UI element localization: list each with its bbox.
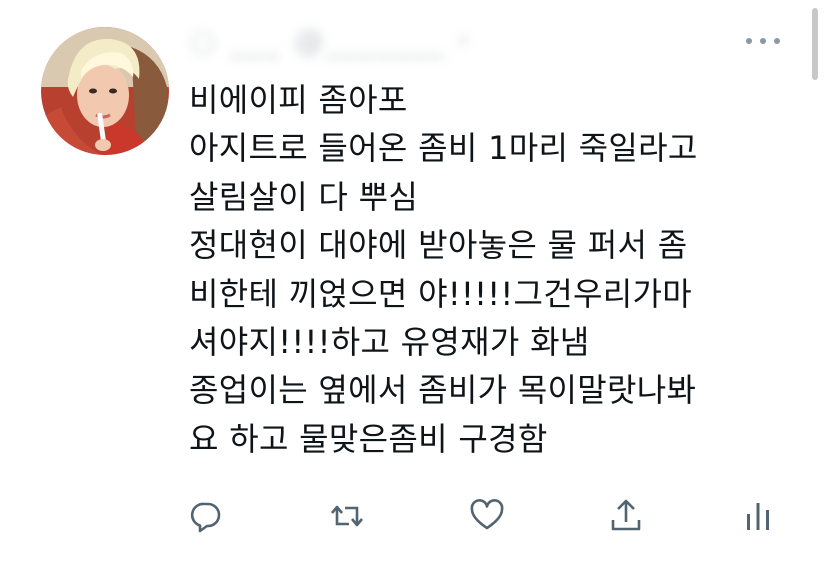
tweet-text-line: 종업이는 옆에서 좀비가 목이말랏나봐 [189, 371, 697, 410]
tweet-header: ○ ___ @_______ · [190, 22, 650, 59]
like-icon [470, 499, 504, 530]
tweet-text: 비에이피 좀아포 아지트로 들어온 좀비 1마리 죽일라고 살림살이 다 뿌심 … [189, 76, 789, 463]
tweet-text-line: 요 하고 물맞은좀비 구경함 [189, 419, 548, 458]
tweet-text-line: 살림살이 다 뿌심 [189, 177, 419, 216]
tweet-text-line: 비에이피 좀아포 [189, 81, 408, 119]
tweet-text-line: 정대현이 대야에 받아놓은 물 퍼서 좀 [189, 226, 688, 265]
more-options-button[interactable] [746, 34, 780, 48]
author-name[interactable]: ○ ___ @_______ · [190, 24, 471, 59]
share-icon [611, 499, 641, 531]
tweet-text-line: 비한테 끼얹으면 야!!!!!그건우리가마 [189, 274, 692, 313]
avatar-image [41, 27, 169, 155]
action-bar [188, 498, 778, 538]
tweet-text-line: 셔야지!!!!하고 유영재가 화냄 [189, 322, 590, 361]
reply-button[interactable] [188, 498, 224, 534]
like-button[interactable] [469, 498, 505, 534]
tweet[interactable]: ○ ___ @_______ · 비에이피 좀아포 아지트로 들어온 좀비 1마… [0, 0, 828, 561]
scrollbar[interactable] [812, 8, 818, 80]
analytics-button[interactable] [740, 498, 776, 534]
reply-icon [190, 502, 221, 533]
analytics-icon [747, 503, 769, 530]
retweet-icon [331, 505, 363, 527]
more-dot-icon [760, 38, 766, 44]
tweet-text-line: 아지트로 들어온 좀비 1마리 죽일라고 [189, 129, 698, 168]
more-dot-icon [774, 38, 780, 44]
more-dot-icon [746, 38, 752, 44]
share-button[interactable] [608, 498, 644, 534]
retweet-button[interactable] [329, 498, 365, 534]
avatar[interactable] [41, 27, 169, 155]
